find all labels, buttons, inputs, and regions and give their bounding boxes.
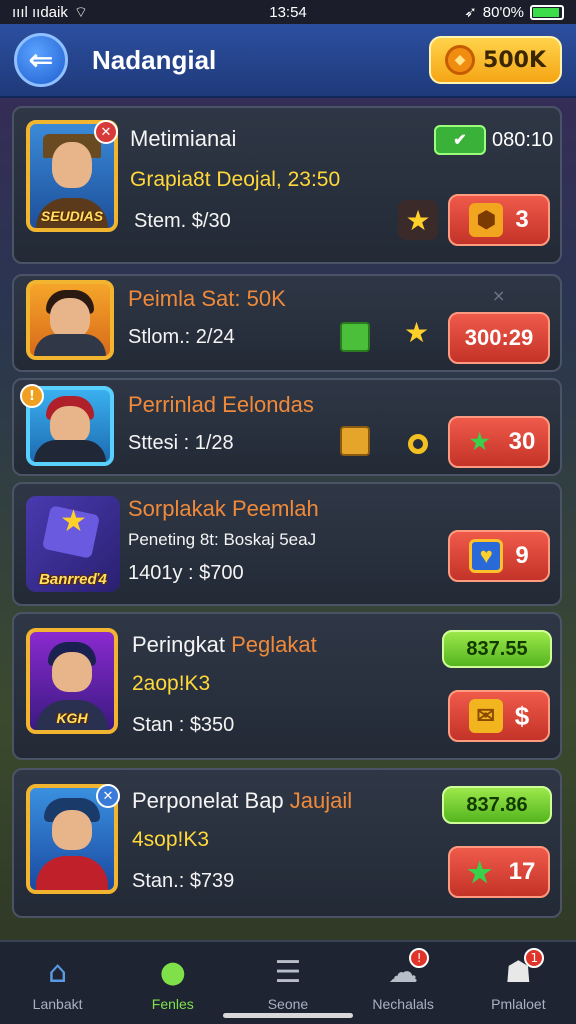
timer-button-value: 300:29 — [464, 325, 534, 350]
battery-percent: 80'0% — [482, 3, 524, 21]
avatar-tag: KGH — [56, 710, 88, 726]
home-icon: ⌂ — [48, 954, 68, 990]
profile-badge: 1 — [524, 948, 545, 968]
coin-balance[interactable]: ◆ 500K — [429, 36, 562, 84]
claim-button[interactable]: ★ 30 — [448, 416, 550, 468]
info-icon: ✕ — [96, 784, 120, 808]
nav-item-home[interactable]: ⌂ Lanbakt — [8, 954, 108, 1013]
menu-icon: ☰ — [274, 954, 302, 990]
location-icon: ➶ — [464, 4, 477, 21]
claim-button[interactable]: ⬢ 3 — [448, 194, 550, 246]
heart-icon: ♥ — [469, 539, 504, 573]
card-title-primary: Peringkat — [132, 632, 225, 657]
claim-value: 30 — [508, 428, 536, 455]
nav-label: Nechalals — [372, 996, 434, 1012]
shield-icon: ⬢ — [469, 203, 504, 237]
card-subtitle: Grapia8t Deojal, 23:50 — [130, 168, 341, 191]
carrier-label: ıııl ııdaik — [12, 3, 68, 21]
nav-label: Seone — [267, 996, 309, 1012]
card-title-secondary: Jaujail — [289, 788, 353, 813]
gift-box-icon — [340, 426, 370, 456]
status-bar: ıııl ııdaik ⌔ 13:54 ➶ 80'0% — [0, 0, 576, 24]
card-title: Perponelat Bap Jaujail — [132, 788, 352, 814]
reward-pill: 837.55 — [442, 630, 552, 668]
clock: 13:54 — [269, 3, 307, 21]
card-stat: Stan.: $739 — [132, 870, 235, 892]
card-title: Sorplakak Peemlah — [128, 496, 319, 521]
avatar: ★ Banrreď4 — [26, 496, 120, 592]
card-title: Metimianai — [130, 126, 237, 151]
coin-icon: ◆ — [445, 45, 476, 75]
card-subtitle: 4sop!K3 — [132, 828, 210, 851]
list-item[interactable]: ★ Banrreď4 Sorplakak Peemlah Peneting 8t… — [12, 482, 562, 606]
notification-badge: ! — [409, 948, 430, 968]
nav-item-chat[interactable]: ● Fenles — [123, 954, 223, 1013]
list-item[interactable]: Peimla Sat: 50K × Stlom.: 2/24 ★ 300:29 — [12, 274, 562, 372]
gift-box-icon — [340, 322, 370, 352]
card-subtitle: 2aop!K3 — [132, 672, 211, 695]
nav-label: Pmlaloet — [491, 996, 546, 1012]
star-icon: ★ — [469, 429, 490, 454]
card-stat: Stem. $/30 — [134, 210, 231, 232]
list-item[interactable]: SEUDIAS ✕ Metimianai ✔ 080:10 Grapia8t D… — [12, 106, 562, 264]
coin-amount: 500K — [483, 47, 546, 73]
chat-icon: ● — [159, 954, 186, 990]
timer-value: 080:10 — [492, 128, 554, 151]
nav-item-menu[interactable]: ☰ Seone — [238, 954, 338, 1013]
envelope-icon: ✉ — [468, 699, 503, 733]
card-stat: 1401y : $700 — [128, 562, 244, 584]
avatar-tag: Banrreď4 — [39, 571, 107, 588]
card-stat: Stan : $350 — [132, 714, 235, 736]
avatar-tag: SEUDIAS — [40, 208, 104, 224]
ring-icon — [408, 434, 428, 454]
card-stat: Sttesi : 1/28 — [128, 432, 234, 454]
card-title-secondary: Peglakat — [231, 632, 317, 657]
timer-button[interactable]: 300:29 — [448, 312, 550, 364]
claim-button[interactable]: ✉ $ — [448, 690, 550, 742]
wifi-icon: ⌔ — [73, 3, 88, 21]
home-indicator — [223, 1013, 353, 1018]
check-icon: ✔ — [434, 125, 486, 155]
dismiss-icon[interactable]: × — [492, 286, 505, 305]
arrow-left-icon: ⇐ — [28, 42, 54, 78]
claim-value: 3 — [515, 206, 529, 233]
claim-value: $ — [514, 700, 530, 731]
claim-button[interactable]: ★ 17 — [448, 846, 550, 898]
timer: ✔ 080:10 — [434, 124, 553, 156]
card-title: Peimla Sat: 50K — [128, 286, 286, 311]
bottom-nav: ⌂ Lanbakt ● Fenles ☰ Seone ☁ ! Nechalals… — [0, 940, 576, 1024]
star-icon: ★ — [404, 316, 430, 349]
claim-value: 17 — [508, 858, 536, 885]
claim-value: 9 — [515, 542, 529, 569]
star-icon: ★ — [467, 856, 493, 888]
nav-label: Fenles — [151, 996, 194, 1012]
card-title: Peringkat Peglakat — [132, 632, 317, 658]
reward-pill: 837.86 — [442, 786, 552, 824]
badge-icon: ! — [20, 384, 44, 408]
back-button[interactable]: ⇐ — [14, 33, 68, 87]
list-item[interactable]: ✕ Perponelat Bap Jaujail 837.86 4sop!K3 … — [12, 768, 562, 918]
header: ⇐ Nadangial ◆ 500K — [0, 24, 576, 98]
nav-label: Lanbakt — [32, 996, 83, 1012]
page-title: Nadangial — [92, 44, 217, 75]
list-item[interactable]: KGH Peringkat Peglakat 837.55 2aop!K3 St… — [12, 612, 562, 760]
nav-item-profile[interactable]: ☗ 1 Pmlaloet — [468, 948, 568, 1012]
card-title-primary: Perponelat Bap — [132, 788, 284, 813]
card-title: Perrinlad Eelondas — [128, 392, 314, 417]
card-subtitle: Peneting 8t: Boskaj 5eaJ — [128, 530, 317, 549]
card-stat: Stlom.: 2/24 — [128, 326, 235, 348]
close-icon[interactable]: ✕ — [94, 120, 118, 144]
avatar — [26, 280, 114, 360]
list-item[interactable]: ! Perrinlad Eelondas Sttesi : 1/28 ★ 30 — [12, 378, 562, 476]
battery-icon — [530, 4, 564, 20]
star-icon: ★ — [398, 200, 438, 240]
nav-item-notifications[interactable]: ☁ ! Nechalals — [353, 948, 453, 1012]
claim-button[interactable]: ♥ 9 — [448, 530, 550, 582]
avatar: KGH — [26, 628, 118, 734]
